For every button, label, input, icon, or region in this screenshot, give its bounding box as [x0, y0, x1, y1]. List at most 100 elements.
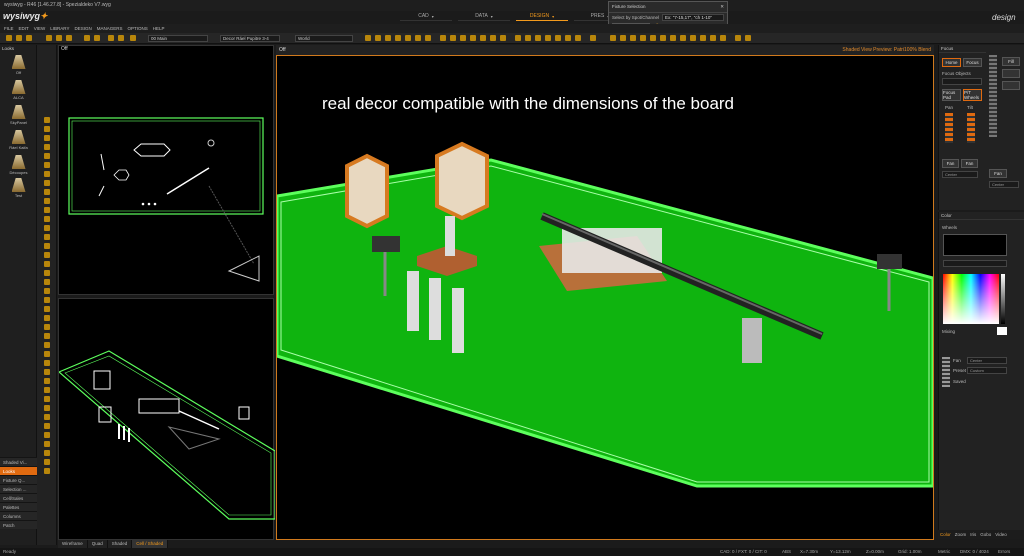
- tab-iris[interactable]: Iris: [968, 530, 978, 539]
- menu-design[interactable]: DESIGN: [74, 24, 91, 33]
- draw-tool-icon[interactable]: [44, 333, 50, 339]
- close-icon[interactable]: ✕: [720, 4, 724, 10]
- draw-tool-icon[interactable]: [44, 459, 50, 465]
- draw-tool-icon[interactable]: [44, 225, 50, 231]
- layers-icon[interactable]: [94, 35, 100, 41]
- tab-color[interactable]: Color: [938, 530, 953, 539]
- toolbar-tool-icon[interactable]: [415, 35, 421, 41]
- color-swatch[interactable]: [943, 234, 1007, 256]
- select-spot-input[interactable]: Ex: "7-15,17", "ch 1-10": [662, 14, 724, 21]
- main-shaded-viewport[interactable]: [275, 55, 935, 540]
- toolbar-tool-icon[interactable]: [670, 35, 676, 41]
- look-test[interactable]: Test: [4, 178, 33, 202]
- menu-options[interactable]: OPTIONS: [128, 24, 148, 33]
- tab-gobo[interactable]: Gobo: [978, 530, 993, 539]
- draw-tool-icon[interactable]: [44, 189, 50, 195]
- palette-tab-shaded[interactable]: Shaded Vi...: [0, 457, 37, 466]
- draw-tool-icon[interactable]: [44, 315, 50, 321]
- draw-tool-icon[interactable]: [44, 153, 50, 159]
- draw-tool-icon[interactable]: [44, 243, 50, 249]
- draw-tool-icon[interactable]: [44, 369, 50, 375]
- draw-tool-icon[interactable]: [44, 441, 50, 447]
- draw-tool-icon[interactable]: [44, 252, 50, 258]
- draw-tool-icon[interactable]: [44, 405, 50, 411]
- focus-button[interactable]: Focus: [963, 58, 982, 67]
- draw-tool-icon[interactable]: [44, 198, 50, 204]
- draw-tool-icon[interactable]: [44, 396, 50, 402]
- draw-tool-icon[interactable]: [44, 117, 50, 123]
- color-fader[interactable]: [942, 357, 950, 387]
- paste-icon[interactable]: [66, 35, 72, 41]
- palette-tab-columns[interactable]: Columns: [0, 511, 37, 520]
- world-dropdown[interactable]: World: [295, 35, 353, 42]
- tab-data[interactable]: DATA ▾: [458, 12, 510, 21]
- brightness-slider[interactable]: [1001, 274, 1005, 324]
- draw-tool-icon[interactable]: [44, 297, 50, 303]
- toolbar-tool-icon[interactable]: [660, 35, 666, 41]
- draw-tool-icon[interactable]: [44, 387, 50, 393]
- toolbar-tool-icon[interactable]: [700, 35, 706, 41]
- grid-icon[interactable]: [84, 35, 90, 41]
- draw-tool-icon[interactable]: [44, 162, 50, 168]
- draw-tool-icon[interactable]: [44, 234, 50, 240]
- refresh-icon[interactable]: [130, 35, 136, 41]
- draw-tool-icon[interactable]: [44, 468, 50, 474]
- toolbar-tool-icon[interactable]: [565, 35, 571, 41]
- draw-tool-icon[interactable]: [44, 288, 50, 294]
- toolbar-tool-icon[interactable]: [395, 35, 401, 41]
- draw-tool-icon[interactable]: [44, 207, 50, 213]
- toolbar-tool-icon[interactable]: [440, 35, 446, 41]
- toolbar-tool-icon[interactable]: [525, 35, 531, 41]
- toolbar-tool-icon[interactable]: [620, 35, 626, 41]
- color-wheel-dropdown[interactable]: [943, 260, 1007, 267]
- draw-tool-icon[interactable]: [44, 279, 50, 285]
- toolbar-tool-icon[interactable]: [640, 35, 646, 41]
- draw-tool-icon[interactable]: [44, 144, 50, 150]
- draw-tool-icon[interactable]: [44, 216, 50, 222]
- draw-tool-icon[interactable]: [44, 423, 50, 429]
- draw-tool-icon[interactable]: [44, 378, 50, 384]
- draw-tool-icon[interactable]: [44, 324, 50, 330]
- toolbar-tool-icon[interactable]: [375, 35, 381, 41]
- color-picker[interactable]: [943, 274, 999, 324]
- toolbar-tool-icon[interactable]: [470, 35, 476, 41]
- look-rael-kaifa[interactable]: Ráel Kaifa: [4, 130, 33, 154]
- draw-tool-icon[interactable]: [44, 261, 50, 267]
- home-button[interactable]: Home: [942, 58, 961, 67]
- toolbar-tool-icon[interactable]: [405, 35, 411, 41]
- toolbar-tool-icon[interactable]: [745, 35, 751, 41]
- toolbar-tool-icon[interactable]: [535, 35, 541, 41]
- toolbar-tool-icon[interactable]: [630, 35, 636, 41]
- toolbar-tool-icon[interactable]: [680, 35, 686, 41]
- draw-tool-icon[interactable]: [44, 306, 50, 312]
- toolbar-tool-icon[interactable]: [720, 35, 726, 41]
- toolbar-tool-icon[interactable]: [490, 35, 496, 41]
- tab-quad[interactable]: Quad: [87, 540, 108, 548]
- look-skypanel[interactable]: SkyPanel: [4, 105, 33, 129]
- draw-tool-icon[interactable]: [44, 126, 50, 132]
- intensity-fader[interactable]: [989, 55, 997, 137]
- look-alca[interactable]: ALCA: [4, 80, 33, 104]
- focus-objects-dropdown[interactable]: [942, 78, 982, 85]
- draw-tool-icon[interactable]: [44, 180, 50, 186]
- pan-wheel[interactable]: [945, 113, 953, 143]
- tab-zoom[interactable]: Zoom: [953, 530, 969, 539]
- toolbar-tool-icon[interactable]: [690, 35, 696, 41]
- toolbar-tool-icon[interactable]: [515, 35, 521, 41]
- toolbar-tool-icon[interactable]: [425, 35, 431, 41]
- pt-wheels-button[interactable]: P/T Wheels: [963, 89, 982, 101]
- toolbar-tool-icon[interactable]: [610, 35, 616, 41]
- tab-design[interactable]: DESIGN ▾: [516, 12, 568, 21]
- palette-tab-fixture[interactable]: Fixture Q...: [0, 475, 37, 484]
- fade-fan-button[interactable]: Fan: [989, 169, 1007, 178]
- palette-tab-palettes[interactable]: Palettes: [0, 502, 37, 511]
- new-icon[interactable]: [6, 35, 12, 41]
- toolbar-tool-icon[interactable]: [460, 35, 466, 41]
- menu-library[interactable]: LIBRARY: [50, 24, 69, 33]
- toolbar-tool-icon[interactable]: [650, 35, 656, 41]
- draw-tool-icon[interactable]: [44, 351, 50, 357]
- tab-video[interactable]: Video: [993, 530, 1008, 539]
- open-icon[interactable]: [16, 35, 22, 41]
- toolbar-tool-icon[interactable]: [480, 35, 486, 41]
- layer-dropdown[interactable]: 00 Main: [148, 35, 208, 42]
